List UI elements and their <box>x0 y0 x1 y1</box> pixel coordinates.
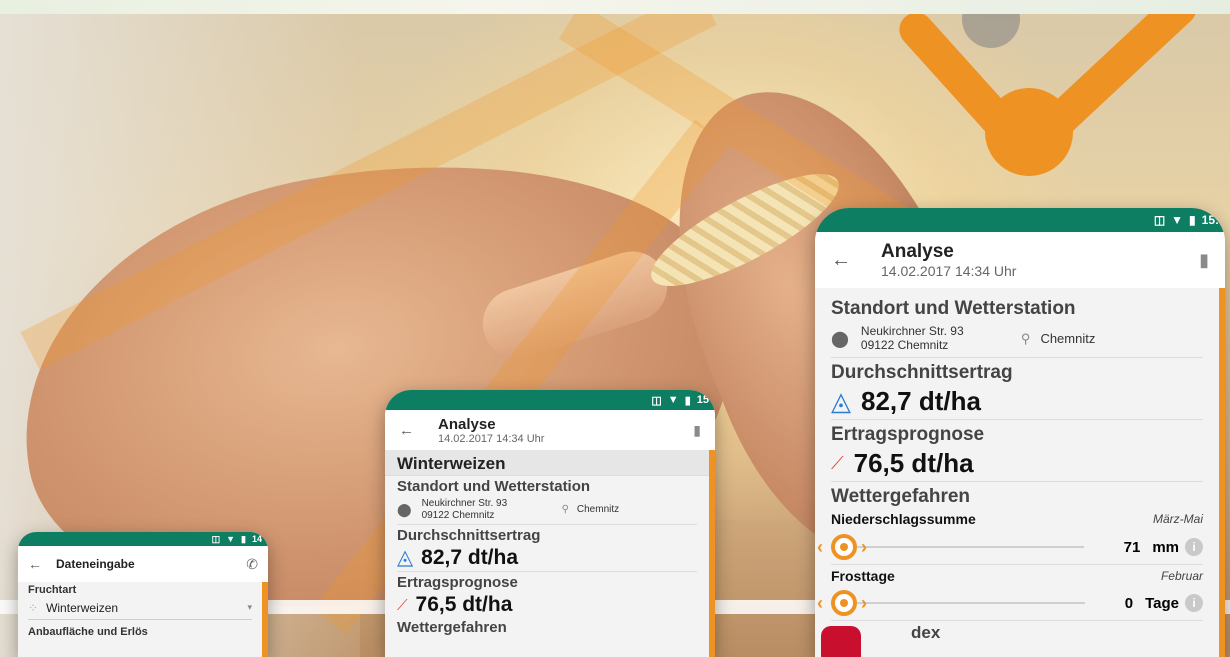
page-subtitle: 14.02.2017 14:34 Uhr <box>438 432 545 445</box>
info-icon[interactable]: i <box>1185 594 1203 612</box>
app-bar: ← Analyse 14.02.2017 14:34 Uhr ▮ <box>385 410 715 450</box>
hazard1-slider[interactable]: ‹ › <box>817 532 1084 562</box>
hazard1-value: 71 <box>1123 538 1141 556</box>
address-line2: 09122 Chemnitz <box>421 509 495 521</box>
forecast-value: 76,5 dt/ha <box>853 448 974 478</box>
form-content: Fruchtart ⁘ Winterweizen ▾ Anbaufläche u… <box>18 582 268 657</box>
partial-heading: dex <box>911 623 941 642</box>
yield-value: 82,7 dt/ha <box>861 386 981 416</box>
dropdown-caret-icon: ▾ <box>247 602 252 612</box>
page-title: Dateneingabe <box>56 557 135 571</box>
weather-station: ⚲ Chemnitz <box>562 504 620 515</box>
yield-heading: Durchschnittsertrag <box>397 527 541 544</box>
yield-value: 82,7 dt/ha <box>421 545 519 569</box>
slider-knob[interactable] <box>831 534 857 560</box>
yield-value-row: ◬ 82,7 dt/ha <box>397 544 697 572</box>
address-line1: Neukirchner Str. 93 <box>421 498 508 509</box>
wheat-icon: ⁘ <box>28 600 39 615</box>
hazard2-slider[interactable]: ‹ › <box>817 588 1085 618</box>
hazard2-value: 0 <box>1124 594 1134 612</box>
location-heading: Standort und Wetterstation <box>831 298 1076 319</box>
status-time: 14 <box>251 534 262 544</box>
hazard2-header: Frosttage Februar <box>831 564 1203 586</box>
location-row: ⬤ Neukirchner Str. 93 09122 Chemnitz ⚲ C… <box>397 495 697 525</box>
status-bar: ◫ ▼ ▮ 14 <box>18 532 268 546</box>
station-name: Chemnitz <box>1040 331 1096 346</box>
forecast-trend-icon: ⟋ <box>831 453 844 473</box>
battery-icon: ▮ <box>1189 213 1196 227</box>
wifi-icon: ▼ <box>226 534 236 544</box>
vibrate-icon: ◫ <box>1153 213 1166 227</box>
phone-analysis-small: ◫ ▼ ▮ 15 ← Analyse 14.02.2017 14:34 Uhr … <box>385 390 715 657</box>
hazard1-period: März-Mai <box>1153 512 1203 526</box>
hazard1-slider-row: ‹ › 71 mm i <box>817 530 1203 564</box>
analysis-content: Standort und Wetterstation ⬤ Neukirchner… <box>815 288 1225 657</box>
forecast-heading: Ertragsprognose <box>831 424 985 445</box>
hand-cursor-icon <box>821 626 861 657</box>
wifi-icon: ▼ <box>1171 213 1184 227</box>
weather-station-icon: ⚲ <box>1020 330 1031 346</box>
forecast-trend-icon: ⟋ <box>397 596 408 614</box>
forecast-value-row: ⟋ 76,5 dt/ha <box>397 591 697 619</box>
info-icon[interactable]: i <box>1185 538 1203 556</box>
phone-data-entry: ◫ ▼ ▮ 14 ← Dateneingabe ✆ Fruchtart ⁘ Wi… <box>18 532 268 657</box>
address-line1: Neukirchner Str. 93 <box>860 323 964 338</box>
area-label: Anbaufläche und Erlös <box>28 626 148 638</box>
trash-icon[interactable]: ▮ <box>693 422 701 439</box>
wifi-icon: ▼ <box>667 394 679 406</box>
back-arrow-icon[interactable]: ← <box>28 556 42 572</box>
partial-row: dex <box>831 620 1203 642</box>
hazard2-unit: Tage <box>1145 594 1179 612</box>
yield-value-row: ◬ 82,7 dt/ha <box>831 384 1203 420</box>
battery-icon: ▮ <box>241 533 246 544</box>
crop-select[interactable]: ⁘ Winterweizen ▾ <box>28 596 252 620</box>
analysis-content: Winterweizen Standort und Wetterstation … <box>385 450 715 657</box>
page-subtitle: 14.02.2017 14:34 Uhr <box>881 263 1017 279</box>
weather-station: ⚲ Chemnitz <box>1021 331 1095 347</box>
back-arrow-icon[interactable]: ← <box>831 249 851 272</box>
hazard2-period: Februar <box>1160 568 1203 583</box>
forecast-value-row: ⟋ 76,5 dt/ha <box>831 446 1203 482</box>
location-pin-icon: ⬤ <box>397 501 412 517</box>
forecast-value: 76,5 dt/ha <box>415 593 513 616</box>
location-heading: Standort und Wetterstation <box>397 478 591 495</box>
forecast-heading: Ertragsprognose <box>397 574 518 591</box>
station-name: Chemnitz <box>576 504 620 515</box>
status-bar: ◫ ▼ ▮ 15: <box>815 208 1225 232</box>
app-bar: ← Dateneingabe ✆ <box>18 546 268 582</box>
crop-value: Winterweizen <box>46 600 119 615</box>
app-bar: ← Analyse 14.02.2017 14:34 Uhr ▮ <box>815 232 1225 288</box>
vibrate-icon: ◫ <box>651 394 662 407</box>
phone-analysis-large: ◫ ▼ ▮ 15: ← Analyse 14.02.2017 14:34 Uhr… <box>815 208 1225 657</box>
hazards-heading: Wettergefahren <box>397 619 507 636</box>
page-title: Analyse <box>438 415 496 433</box>
hazard1-header: Niederschlagssumme März-Mai <box>831 508 1203 530</box>
back-arrow-icon[interactable]: ← <box>399 422 414 439</box>
status-bar: ◫ ▼ ▮ 15 <box>385 390 715 410</box>
graph-node <box>985 88 1073 176</box>
phone-icon[interactable]: ✆ <box>246 556 258 573</box>
hazard1-label: Niederschlagssumme <box>831 511 976 527</box>
hazard1-unit: mm <box>1152 538 1179 556</box>
page-title: Analyse <box>881 241 954 262</box>
battery-icon: ▮ <box>684 394 691 407</box>
hazards-heading: Wettergefahren <box>831 486 971 507</box>
trash-icon[interactable]: ▮ <box>1199 250 1209 271</box>
location-pin-icon: ⬤ <box>831 330 849 348</box>
crop-heading: Winterweizen <box>385 450 709 476</box>
hazard2-slider-row: ‹ › 0 Tage i <box>817 586 1203 620</box>
hazard2-label: Frosttage <box>831 567 895 584</box>
vibrate-icon: ◫ <box>211 533 221 544</box>
top-band <box>0 0 1230 14</box>
yield-curve-icon: ◬ <box>397 546 414 569</box>
crop-label: Fruchtart <box>28 584 77 596</box>
address-line2: 09122 Chemnitz <box>860 337 949 352</box>
weather-station-icon: ⚲ <box>561 504 569 515</box>
slider-knob[interactable] <box>831 590 857 616</box>
yield-heading: Durchschnittsertrag <box>831 362 1013 383</box>
location-row: ⬤ Neukirchner Str. 93 09122 Chemnitz ⚲ C… <box>831 320 1203 358</box>
yield-curve-icon: ◬ <box>831 386 851 416</box>
